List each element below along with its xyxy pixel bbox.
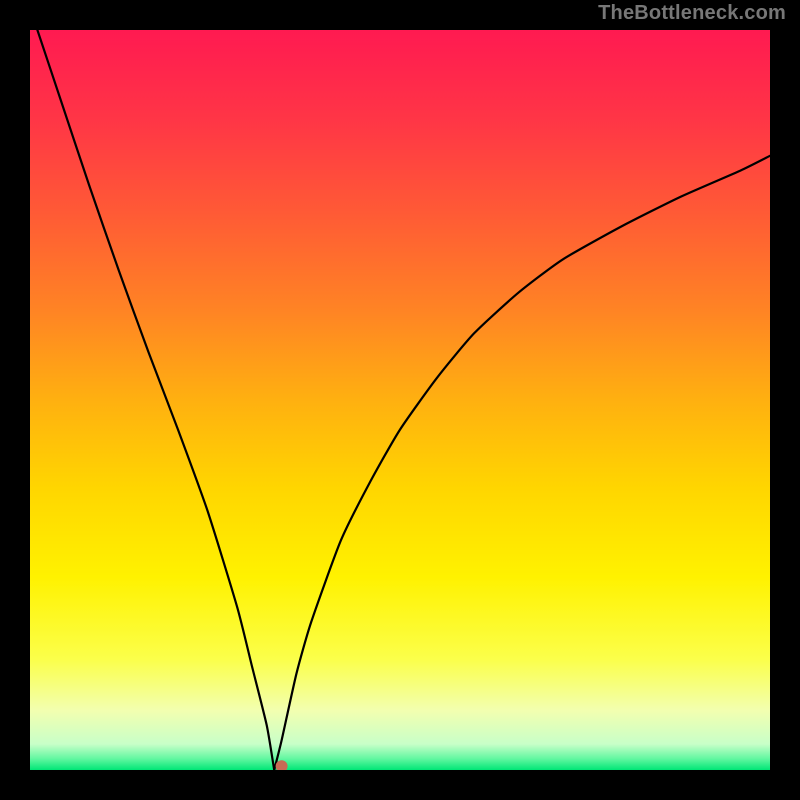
chart-svg — [30, 30, 770, 770]
watermark-text: TheBottleneck.com — [598, 2, 786, 25]
gradient-background — [30, 30, 770, 770]
chart-frame: TheBottleneck.com — [0, 0, 800, 800]
plot-area — [30, 30, 770, 770]
